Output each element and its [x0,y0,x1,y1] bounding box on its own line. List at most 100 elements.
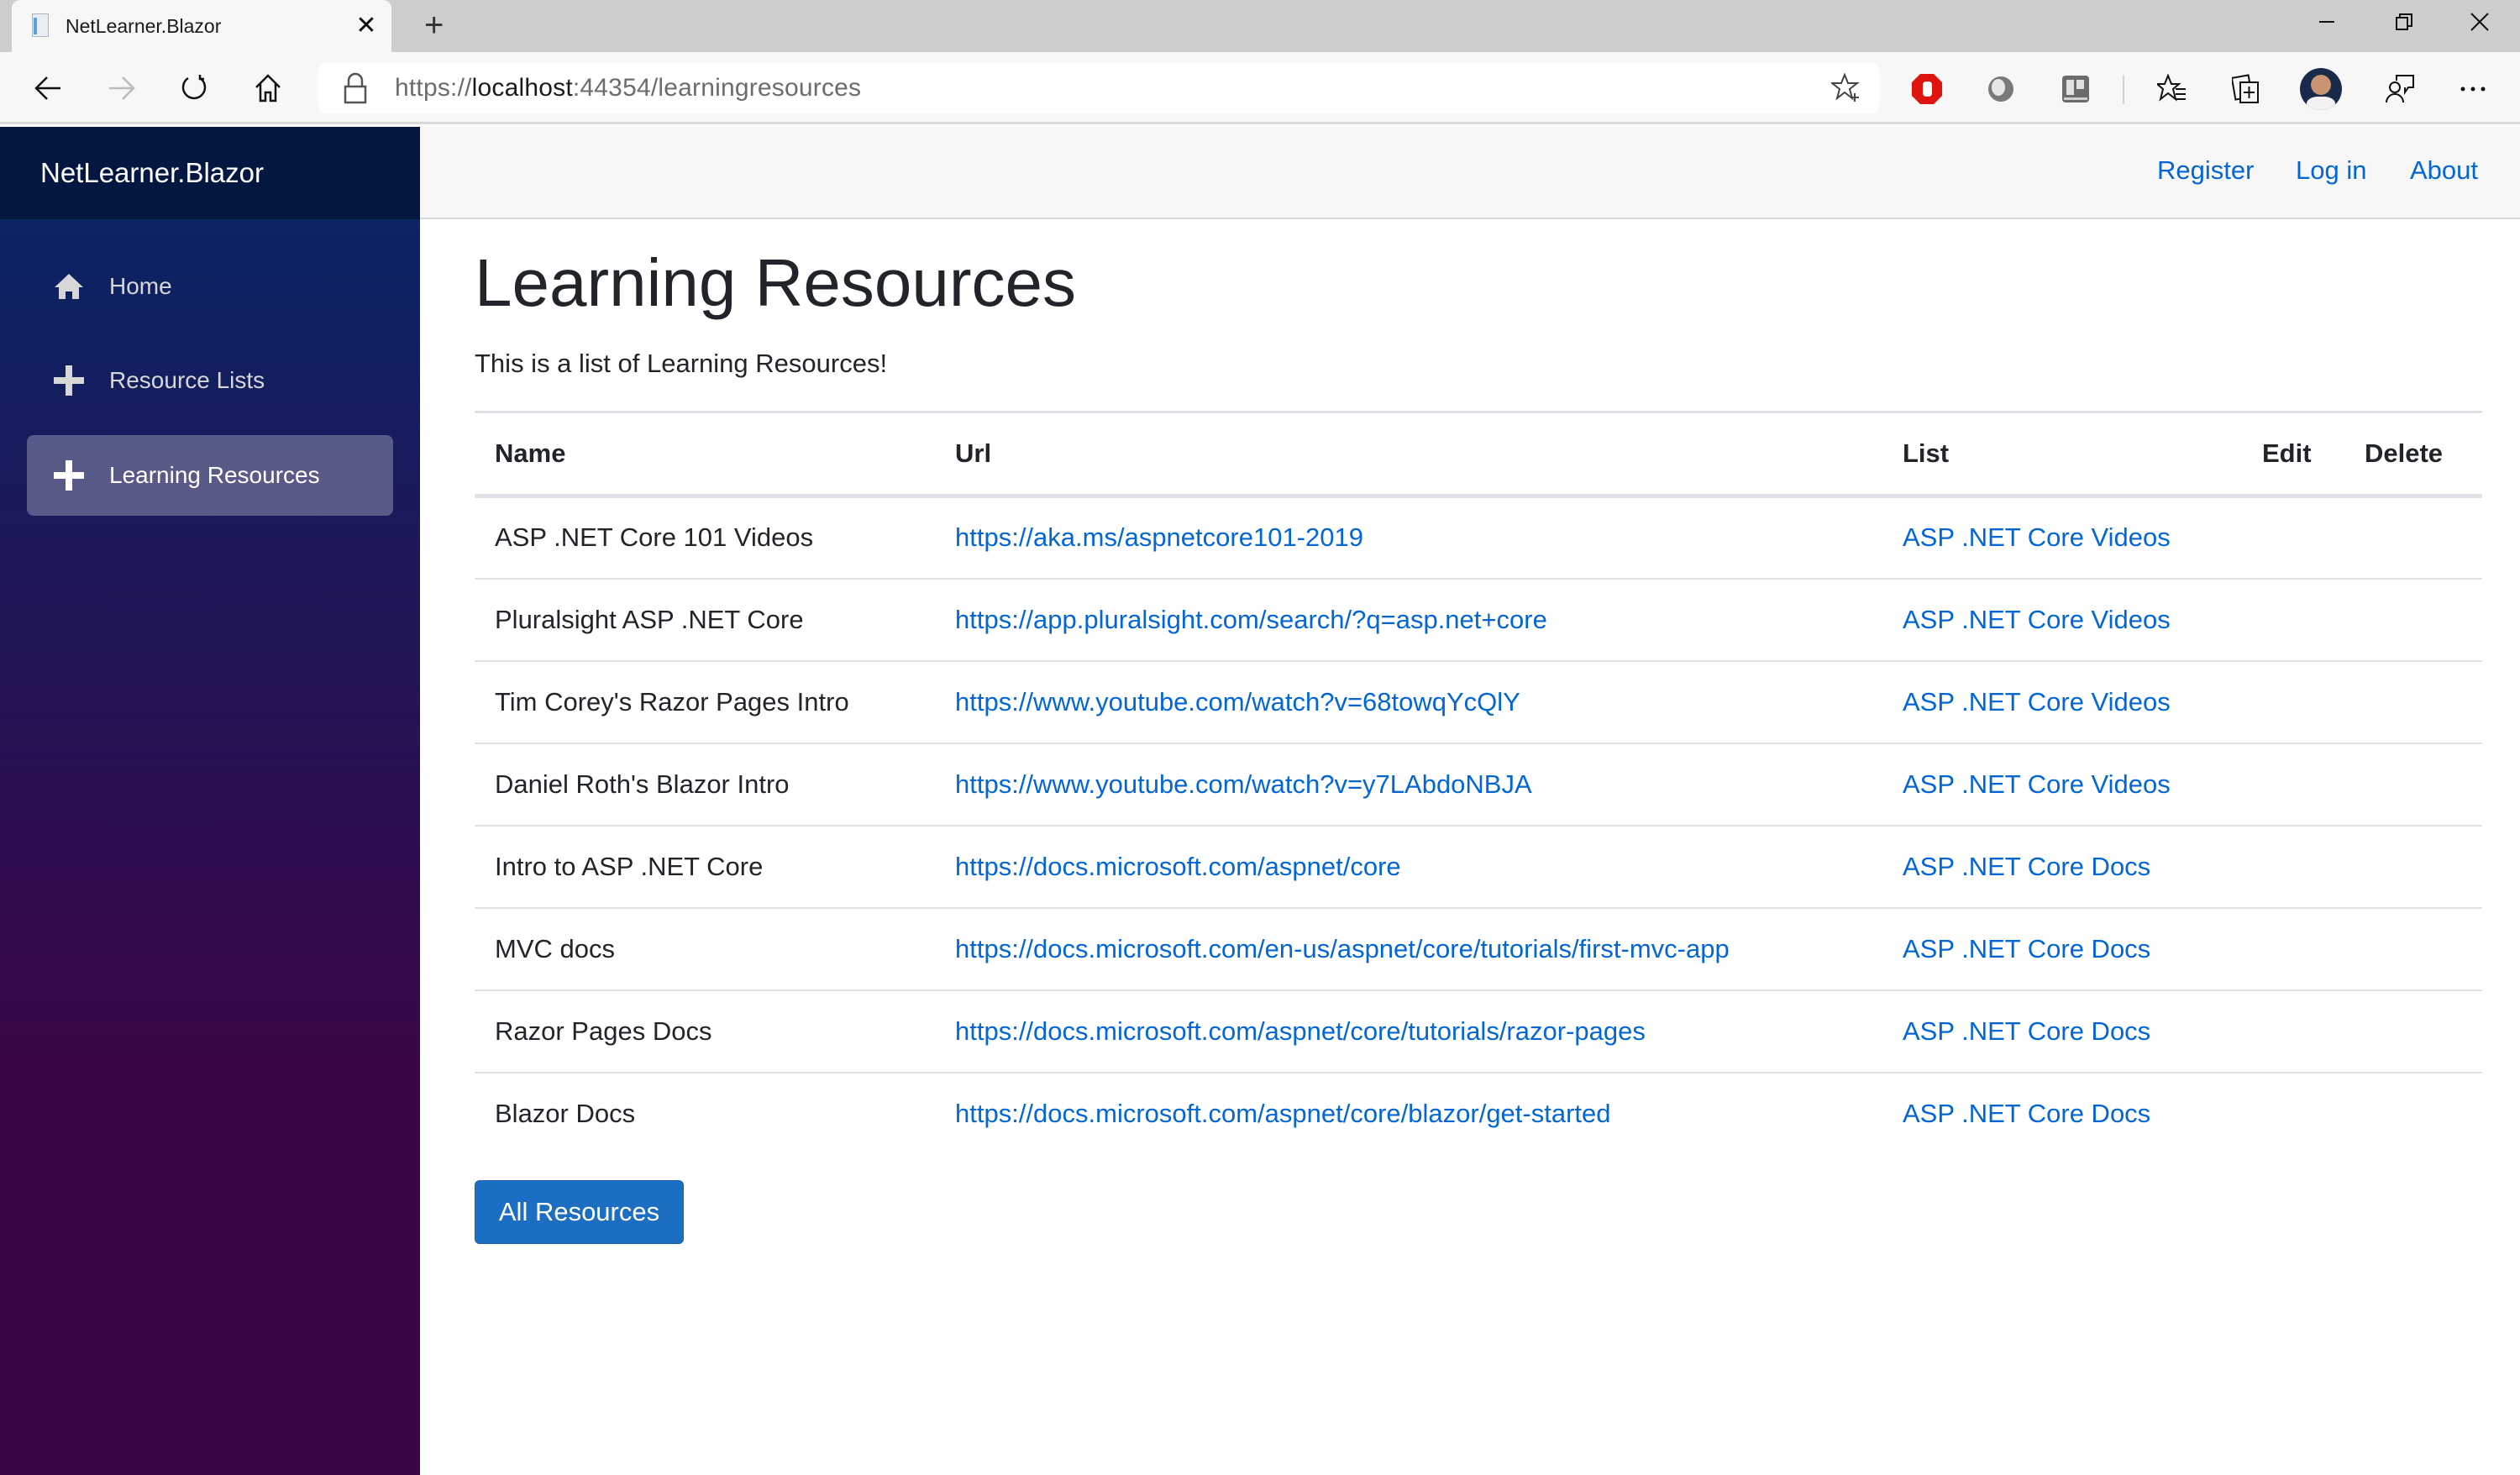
resource-list-link[interactable]: ASP .NET Core Videos [1903,769,2171,799]
table-row: Blazor Docs https://docs.microsoft.com/as… [475,1073,2482,1155]
favorites-button[interactable] [2154,71,2191,108]
table-cell-list: ASP .NET Core Docs [1882,989,2242,1073]
resource-list-link[interactable]: ASP .NET Core Docs [1903,1016,2150,1046]
resource-list-link[interactable]: ASP .NET Core Docs [1903,852,2150,881]
table-cell-delete [2344,989,2482,1073]
resource-list-link[interactable]: ASP .NET Core Videos [1903,522,2171,552]
resource-list-link[interactable]: ASP .NET Core Docs [1903,1099,2150,1128]
browser-tab-strip: NetLearner.Blazor ✕ + [0,0,2520,52]
resource-url-link[interactable]: https://www.youtube.com/watch?v=68towqYc… [955,687,1520,717]
table-row: ASP .NET Core 101 Videos https://aka.ms/a… [475,496,2482,580]
favorites-icon [2157,74,2186,102]
forward-button[interactable] [101,67,143,109]
refresh-button[interactable] [173,67,215,109]
back-button[interactable] [27,67,69,109]
close-window-button[interactable] [2454,5,2505,39]
login-link[interactable]: Log in [2296,155,2366,186]
adblock-extension[interactable] [1908,71,1945,108]
collections-icon [2232,74,2259,103]
minimize-icon [2319,21,2334,23]
resource-list-link[interactable]: ASP .NET Core Videos [1903,687,2171,717]
table-cell-list: ASP .NET Core Docs [1882,1073,2242,1155]
url-text[interactable]: https://localhost:44354/learningresource… [395,74,861,102]
table-cell-edit [2242,743,2344,827]
tab-title: NetLearner.Blazor [66,14,222,37]
resource-name: ASP .NET Core 101 Videos [495,522,814,553]
header-list: List [1882,411,2242,498]
resource-url-link[interactable]: https://www.youtube.com/watch?v=y7LAbdoN… [955,769,1532,799]
table-cell-url: https://docs.microsoft.com/aspnet/core/t… [935,989,1882,1073]
header-name: Name [475,411,935,498]
plus-icon: + [424,7,444,44]
table-cell-delete [2344,578,2482,662]
table-cell-url: https://docs.microsoft.com/en-us/aspnet/… [935,907,1882,991]
table-cell-name: ASP .NET Core 101 Videos [475,496,935,580]
lock-icon [343,71,368,105]
resource-url-link[interactable]: https://app.pluralsight.com/search/?q=as… [955,605,1547,634]
star-add-icon [1830,72,1860,102]
toolbar-separator [2123,76,2124,104]
table-cell-edit [2242,907,2344,991]
top-row: Register Log in About [420,127,2520,219]
more-icon [2460,87,2486,92]
table-row: MVC docs https://docs.microsoft.com/en-us… [475,907,2482,991]
header-url: Url [935,411,1882,498]
table-cell-name: Intro to ASP .NET Core [475,825,935,909]
resource-name: Blazor Docs [495,1099,636,1128]
table-row: Pluralsight ASP .NET Core https://app.plu… [475,578,2482,662]
new-tab-button[interactable]: + [424,8,444,42]
header-edit: Edit [2242,411,2344,498]
table-cell-url: https://www.youtube.com/watch?v=y7LAbdoN… [935,743,1882,827]
sidebar-item-learning-resources[interactable]: Learning Resources [27,435,393,516]
feedback-button[interactable] [2381,71,2418,108]
collections-button[interactable] [2228,71,2265,108]
arrow-left-icon [34,76,60,100]
plus-icon [54,460,84,491]
table-header-row: Name Url List Edit Delete [475,411,2482,498]
table-cell-delete [2344,496,2482,580]
all-resources-button[interactable]: All Resources [475,1180,684,1244]
adblock-icon [1912,74,1942,104]
table-cell-url: https://docs.microsoft.com/aspnet/core [935,825,1882,909]
table-cell-url: https://aka.ms/aspnetcore101-2019 [935,496,1882,580]
browser-tab[interactable]: NetLearner.Blazor ✕ [12,0,391,52]
resource-name: Daniel Roth's Blazor Intro [495,769,790,799]
table-row: Intro to ASP .NET Core https://docs.micro… [475,825,2482,909]
address-bar[interactable]: https://localhost:44354/learningresource… [318,63,1880,113]
sidebar-item-home[interactable]: Home [27,246,393,327]
resource-url-link[interactable]: https://docs.microsoft.com/aspnet/core/b… [955,1099,1611,1128]
about-link[interactable]: About [2410,155,2478,186]
table-cell-delete [2344,825,2482,909]
close-tab-icon[interactable]: ✕ [349,13,383,39]
resource-url-link[interactable]: https://docs.microsoft.com/aspnet/core [955,852,1401,881]
more-button[interactable] [2454,71,2491,108]
profile-avatar[interactable] [2300,68,2342,110]
table-cell-list: ASP .NET Core Videos [1882,743,2242,827]
home-icon [255,74,281,102]
header-delete: Delete [2344,411,2482,498]
table-cell-name: Razor Pages Docs [475,989,935,1073]
circle-extension[interactable] [1982,71,2019,108]
close-icon [2470,13,2489,31]
table-cell-edit [2242,825,2344,909]
register-link[interactable]: Register [2157,155,2254,186]
table-cell-list: ASP .NET Core Videos [1882,496,2242,580]
sidebar-item-resource-lists[interactable]: Resource Lists [27,340,393,421]
resource-url-link[interactable]: https://docs.microsoft.com/en-us/aspnet/… [955,934,1730,963]
url-host: localhost [471,74,573,102]
brand-link[interactable]: NetLearner.Blazor [40,157,264,189]
resource-name: Intro to ASP .NET Core [495,851,764,881]
resource-list-link[interactable]: ASP .NET Core Docs [1903,934,2150,963]
table-cell-edit [2242,1073,2344,1155]
add-favorite-button[interactable] [1830,72,1861,108]
resource-url-link[interactable]: https://aka.ms/aspnetcore101-2019 [955,522,1363,552]
trello-extension[interactable] [2057,71,2094,108]
home-button[interactable] [247,67,289,109]
resource-list-link[interactable]: ASP .NET Core Videos [1903,605,2171,634]
table-cell-list: ASP .NET Core Docs [1882,907,2242,991]
resource-url-link[interactable]: https://docs.microsoft.com/aspnet/core/t… [955,1016,1646,1046]
minimize-button[interactable] [2302,5,2352,39]
restore-button[interactable] [2379,5,2429,39]
trello-icon [2062,76,2089,102]
page-icon [30,13,50,39]
